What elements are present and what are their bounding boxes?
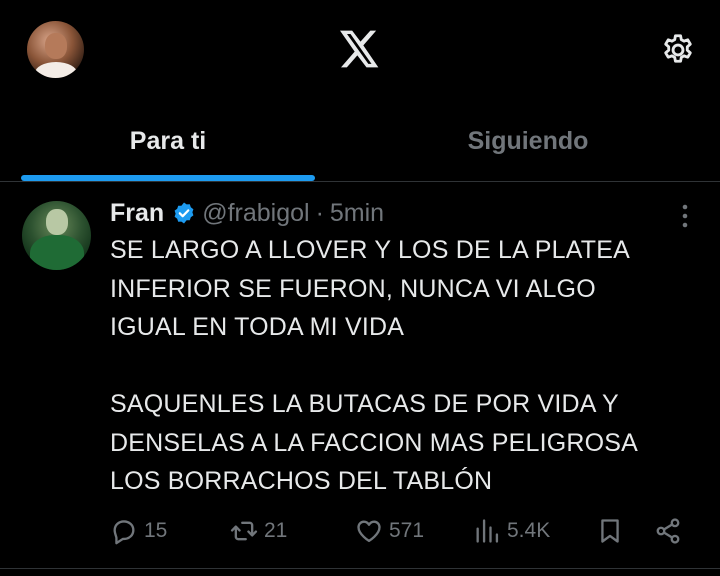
reply-button[interactable]: 15 [110,513,167,549]
retweet-count: 21 [264,519,288,542]
author-name[interactable]: Fran [110,199,164,228]
reply-icon [113,520,135,545]
bar-chart-icon [476,519,499,543]
share-button[interactable] [654,513,688,549]
views-count: 5.4K [507,519,551,542]
divider [0,568,720,569]
separator-dot: · [315,198,324,227]
author-avatar[interactable] [22,201,91,270]
verified-badge-icon [174,202,194,224]
active-tab-indicator [21,175,315,181]
profile-avatar[interactable] [27,21,84,78]
bookmark-button[interactable] [596,513,630,549]
tweet-header: Fran @frabigol · 5min [110,197,384,229]
avatar-shirt [35,62,77,78]
tab-para-ti[interactable]: Para ti [0,100,336,182]
like-count: 571 [389,519,425,542]
tweet-text: SE LARGO A LLOVER Y LOS DE LA PLATEA INF… [110,236,639,495]
share-icon [656,518,680,544]
tweet-actions: 15 21 571 5.4K [0,513,720,549]
timeline-tabs: Para ti Siguiendo [0,100,720,182]
gear-icon[interactable] [660,32,696,68]
views-button[interactable]: 5.4K [473,513,550,549]
retweet-icon [230,521,258,541]
tweet[interactable]: Fran @frabigol · 5min SE LARGO A LLOVER … [0,183,720,573]
like-button[interactable]: 571 [355,513,424,549]
heart-icon [357,520,381,543]
bookmark-icon [601,519,619,543]
tab-siguiendo[interactable]: Siguiendo [336,100,720,182]
tweet-time[interactable]: 5min [330,199,384,228]
avatar-body [30,235,84,270]
avatar-head [46,209,68,235]
top-bar [0,0,720,100]
avatar-face [45,33,67,59]
x-logo-icon[interactable] [340,30,380,68]
more-options-icon[interactable] [677,203,693,229]
author-handle[interactable]: @frabigol [202,199,309,228]
reply-count: 15 [144,519,168,542]
retweet-button[interactable]: 21 [230,513,287,549]
